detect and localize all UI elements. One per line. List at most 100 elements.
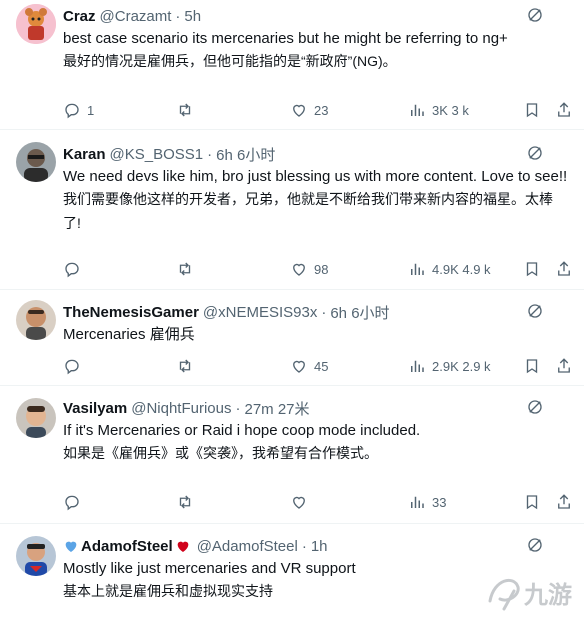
reply-button[interactable]: [63, 492, 87, 512]
reply-button[interactable]: [63, 259, 87, 279]
timestamp[interactable]: 6h 6小时: [330, 302, 389, 323]
reply-icon: [65, 359, 79, 375]
action-bar: 98 4.9K 4.9 k: [63, 259, 573, 279]
avatar[interactable]: [16, 142, 56, 182]
timestamp[interactable]: 6h 6小时: [216, 144, 275, 165]
red-heart-icon: [177, 541, 189, 552]
tweet-header: Vasilyam @NiqhtFurious · 27m 27米: [63, 398, 310, 418]
views-icon: [411, 360, 424, 372]
views-count: 33: [432, 494, 447, 510]
tweet[interactable]: Craz @Crazamt · 5h best case scenario it…: [0, 0, 584, 130]
tweet-header: AdamofSteel @AdamofSteel · 1h: [63, 536, 328, 556]
share-button[interactable]: [555, 100, 573, 120]
views-button[interactable]: 33: [408, 492, 446, 512]
bookmark-icon: [526, 359, 538, 374]
bookmark-icon: [526, 103, 538, 118]
action-bar: 1 23 3K 3 k: [63, 100, 573, 120]
username[interactable]: @Crazamt: [100, 8, 172, 25]
separator-dot: ·: [175, 7, 181, 25]
reply-button[interactable]: 1: [63, 100, 94, 120]
tweet-text-en: We need devs like him, bro just blessing…: [63, 168, 568, 185]
watermark-logo-icon: 九游: [488, 578, 572, 611]
timestamp[interactable]: 5h: [184, 8, 201, 25]
reply-icon: [65, 262, 79, 278]
like-icon: [293, 496, 305, 509]
like-count: 98: [314, 261, 329, 277]
reply-icon: [65, 495, 79, 511]
timestamp[interactable]: 27m 27米: [244, 398, 309, 419]
tweet-text-en: If it's Mercenaries or Raid i hope coop …: [63, 422, 421, 439]
tweet-text-zh: 如果是《雇佣兵》或《突袭》，我希望有合作模式。: [63, 445, 378, 461]
tweet[interactable]: TheNemesisGamer @xNEMESIS93x · 6h 6小时 Me…: [0, 290, 584, 386]
separator-dot: ·: [207, 145, 213, 163]
reply-icon: [65, 103, 79, 119]
like-icon: [293, 263, 305, 276]
tweet-text: If it's Mercenaries or Raid i hope coop …: [63, 420, 563, 465]
display-name[interactable]: TheNemesisGamer: [63, 304, 199, 321]
tweet-header: Karan @KS_BOSS1 · 6h 6小时: [63, 144, 275, 164]
share-icon: [558, 494, 570, 509]
like-button[interactable]: [290, 492, 314, 512]
avatar[interactable]: [16, 300, 56, 340]
views-button[interactable]: 4.9K 4.9 k: [408, 259, 491, 279]
display-name[interactable]: AdamofSteel: [81, 538, 173, 555]
bookmark-icon: [526, 495, 538, 510]
like-count: 23: [314, 102, 329, 118]
grok-icon[interactable]: [526, 536, 544, 554]
retweet-button[interactable]: [176, 259, 200, 279]
display-name[interactable]: Craz: [63, 8, 96, 25]
grok-icon[interactable]: [526, 302, 544, 320]
avatar[interactable]: [16, 398, 56, 438]
username[interactable]: @AdamofSteel: [197, 538, 298, 555]
tweet-text: best case scenario its mercenaries but h…: [63, 28, 563, 73]
bookmark-button[interactable]: [523, 100, 541, 120]
like-icon: [293, 104, 305, 117]
share-icon: [558, 358, 570, 373]
retweet-icon: [179, 103, 191, 117]
tweet-text-zh: 我们需要像他这样的开发者，兄弟，他就是不断给我们带来新内容的福星。太棒了!: [63, 191, 553, 231]
tweet-text-en: Mercenaries 雇佣兵: [63, 326, 195, 343]
separator-dot: ·: [321, 303, 327, 321]
tweet[interactable]: Vasilyam @NiqhtFurious · 27m 27米 If it's…: [0, 386, 584, 524]
username[interactable]: @NiqhtFurious: [131, 400, 231, 417]
like-icon: [293, 360, 305, 373]
share-button[interactable]: [555, 492, 573, 512]
grok-icon[interactable]: [526, 144, 544, 162]
share-button[interactable]: [555, 356, 573, 376]
views-count: 3K 3 k: [432, 102, 469, 118]
username[interactable]: @KS_BOSS1: [110, 146, 204, 163]
views-icon: [411, 263, 424, 275]
bookmark-button[interactable]: [523, 492, 541, 512]
like-button[interactable]: 23: [290, 100, 328, 120]
like-button[interactable]: 45: [290, 356, 328, 376]
tweet[interactable]: Karan @KS_BOSS1 · 6h 6小时 We need devs li…: [0, 130, 584, 290]
grok-icon[interactable]: [526, 398, 544, 416]
timestamp[interactable]: 1h: [311, 538, 328, 555]
watermark: 九游: [484, 569, 576, 615]
retweet-button[interactable]: [176, 100, 200, 120]
separator-dot: ·: [301, 537, 307, 555]
action-bar: 45 2.9K 2.9 k: [63, 356, 573, 376]
display-name[interactable]: Vasilyam: [63, 400, 127, 417]
retweet-button[interactable]: [176, 492, 200, 512]
retweet-button[interactable]: [176, 356, 200, 376]
views-count: 4.9K 4.9 k: [432, 261, 491, 277]
tweet-text: We need devs like him, bro just blessing…: [63, 166, 568, 235]
avatar[interactable]: [16, 4, 56, 44]
action-bar: 33: [63, 492, 573, 512]
tweet-text-en: best case scenario its mercenaries but h…: [63, 30, 508, 47]
tweet-text: Mercenaries 雇佣兵: [63, 324, 563, 345]
views-button[interactable]: 3K 3 k: [408, 100, 469, 120]
avatar[interactable]: [16, 536, 56, 576]
blue-heart-icon: [65, 541, 77, 552]
watermark-text: 九游: [523, 581, 572, 609]
display-name[interactable]: Karan: [63, 146, 106, 163]
views-button[interactable]: 2.9K 2.9 k: [408, 356, 491, 376]
username[interactable]: @xNEMESIS93x: [203, 304, 317, 321]
bookmark-button[interactable]: [523, 356, 541, 376]
bookmark-button[interactable]: [523, 259, 541, 279]
grok-icon[interactable]: [526, 6, 544, 24]
share-button[interactable]: [555, 259, 573, 279]
like-button[interactable]: 98: [290, 259, 328, 279]
reply-button[interactable]: [63, 356, 87, 376]
